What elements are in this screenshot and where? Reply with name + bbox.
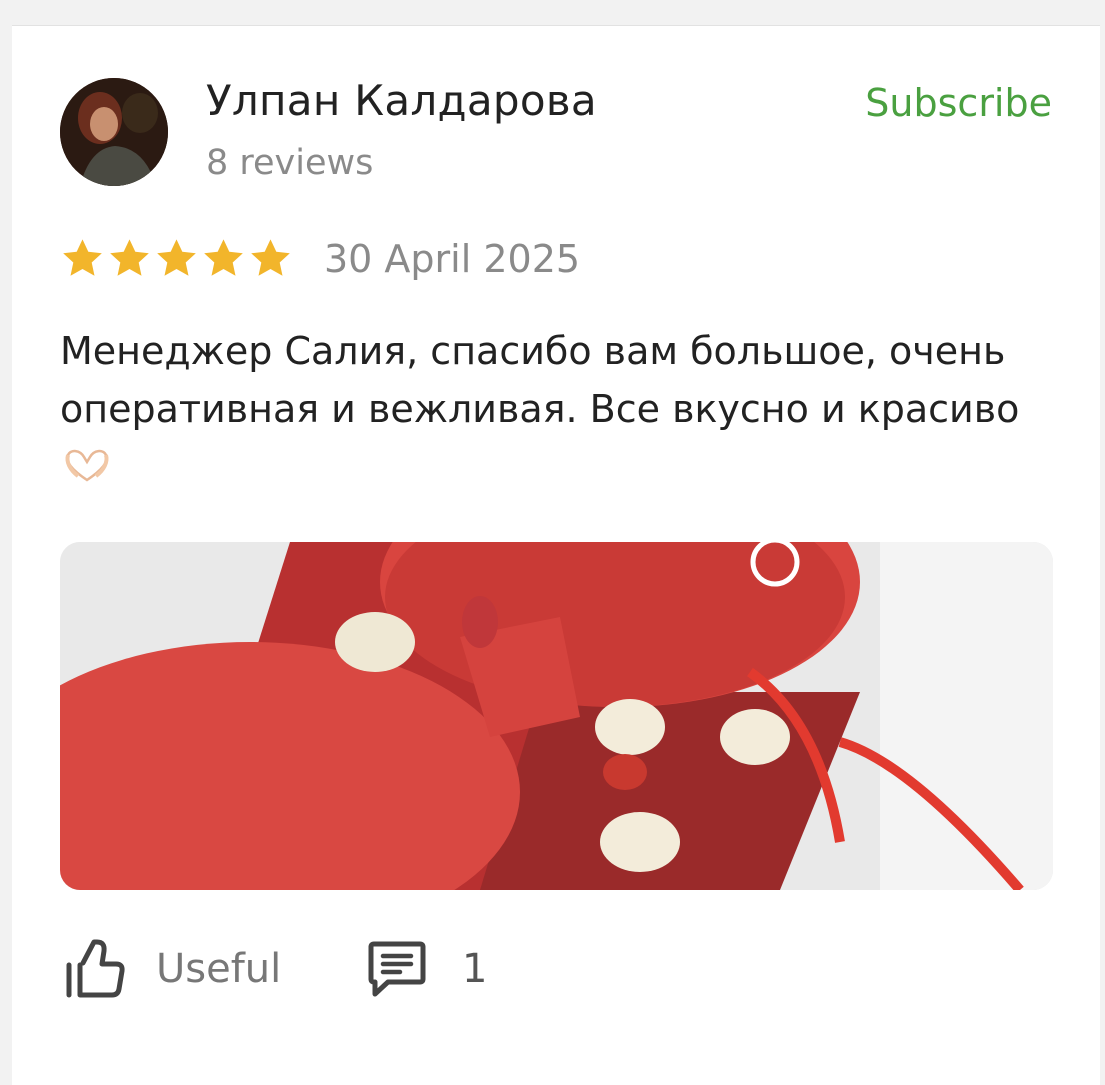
star-icon — [251, 239, 290, 276]
review-card: Улпан Калдарова 8 reviews Subscribe 30 A… — [12, 25, 1100, 1085]
author-reviews-count: 8 reviews — [206, 143, 374, 183]
star-icon — [63, 239, 102, 276]
heart-hands-icon — [62, 442, 112, 500]
useful-label: Useful — [156, 946, 282, 992]
author-avatar[interactable] — [60, 78, 168, 186]
comment-icon — [368, 941, 426, 997]
rating-stars — [60, 236, 293, 281]
author-name[interactable]: Улпан Калдарова — [206, 76, 597, 125]
review-photo-image — [60, 542, 1053, 890]
avatar-photo — [60, 78, 168, 186]
comments-count: 1 — [462, 946, 488, 992]
review-text-block: Менеджер Салия, спасибо вам большое, оче… — [60, 322, 1060, 500]
star-icon — [157, 239, 196, 276]
comments-button[interactable]: 1 — [368, 938, 487, 1000]
star-icon — [110, 239, 149, 276]
review-date: 30 April 2025 — [324, 237, 581, 281]
thumbs-up-icon — [66, 939, 125, 998]
star-icon — [204, 239, 243, 276]
useful-button[interactable]: Useful — [64, 938, 281, 1000]
review-text: Менеджер Салия, спасибо вам большое, оче… — [60, 329, 1020, 431]
review-photo[interactable] — [60, 542, 1053, 890]
subscribe-button[interactable]: Subscribe — [865, 81, 1052, 125]
